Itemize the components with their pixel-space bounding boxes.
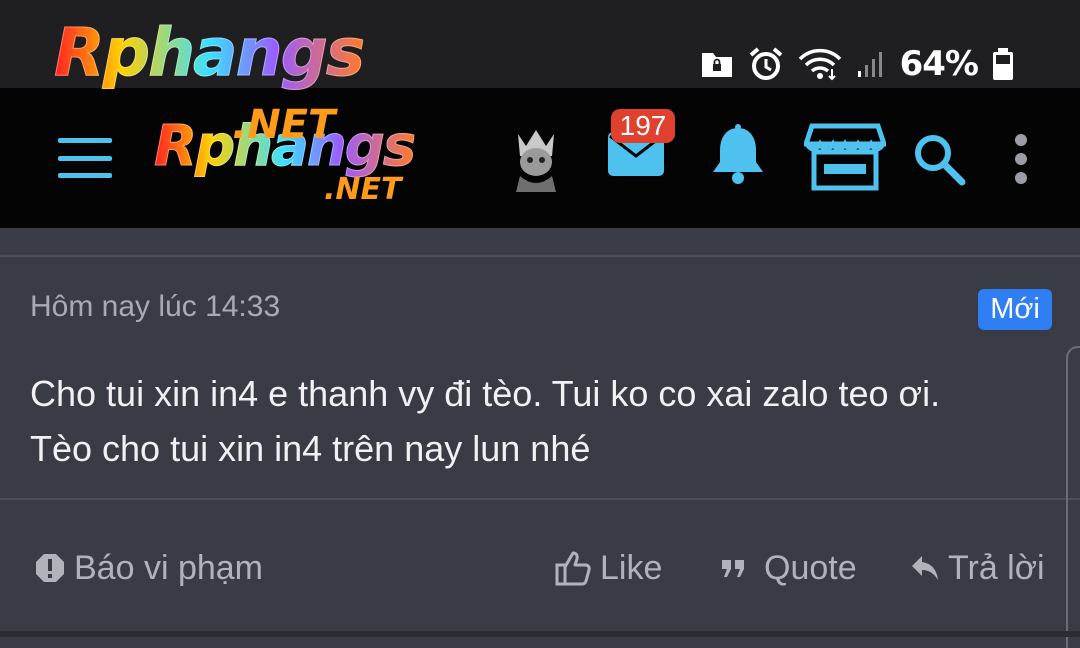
alarm-icon xyxy=(749,47,782,80)
divider xyxy=(0,498,1080,500)
message-line: Tèo cho tui xin in4 trên nay lun nhé xyxy=(30,428,591,469)
reply-icon xyxy=(912,556,938,580)
message-line: Cho tui xin in4 e thanh vy đi tèo. Tui k… xyxy=(30,373,941,414)
more-vertical-icon[interactable] xyxy=(1012,132,1030,186)
logo-watermark: Rphangs .NET xyxy=(53,14,374,154)
reply-button[interactable]: Trả lời xyxy=(910,546,1045,590)
thumbs-up-icon xyxy=(555,551,591,586)
logo-text: Rphangs xyxy=(53,14,365,92)
search-icon[interactable] xyxy=(912,132,966,186)
messages-badge: 197 xyxy=(611,109,675,143)
report-label: Báo vi phạm xyxy=(74,548,263,587)
signal-icon xyxy=(857,52,882,77)
new-badge: Mới xyxy=(978,289,1052,330)
folder-lock-icon xyxy=(701,53,732,77)
scroll-edge xyxy=(1066,346,1080,648)
menu-icon-line xyxy=(58,155,112,161)
battery-percent: 64% xyxy=(899,44,979,84)
like-label: Like xyxy=(600,548,663,587)
status-icons: 64% xyxy=(700,38,1014,90)
quote-label: Quote xyxy=(764,548,857,587)
store-icon[interactable] xyxy=(804,122,886,192)
logo-suffix: .NET xyxy=(232,102,336,148)
quote-button[interactable]: Quote xyxy=(720,546,857,590)
bell-icon[interactable] xyxy=(710,124,766,186)
reply-label: Trả lời xyxy=(948,548,1045,587)
divider xyxy=(0,255,1080,257)
quote-icon xyxy=(722,560,744,577)
like-button[interactable]: Like xyxy=(554,546,662,590)
report-button[interactable]: Báo vi phạm xyxy=(34,546,263,590)
avatar[interactable] xyxy=(508,124,564,196)
battery-icon xyxy=(993,48,1013,80)
wifi-icon xyxy=(798,48,841,81)
post-timestamp[interactable]: Hôm nay lúc 14:33 xyxy=(30,290,280,324)
logo-suffix: .NET xyxy=(324,172,402,207)
post-message: Cho tui xin in4 e thanh vy đi tèo. Tui k… xyxy=(30,366,1040,476)
menu-icon-line xyxy=(58,173,112,178)
bottom-edge xyxy=(0,631,1080,637)
warning-icon xyxy=(36,554,64,582)
